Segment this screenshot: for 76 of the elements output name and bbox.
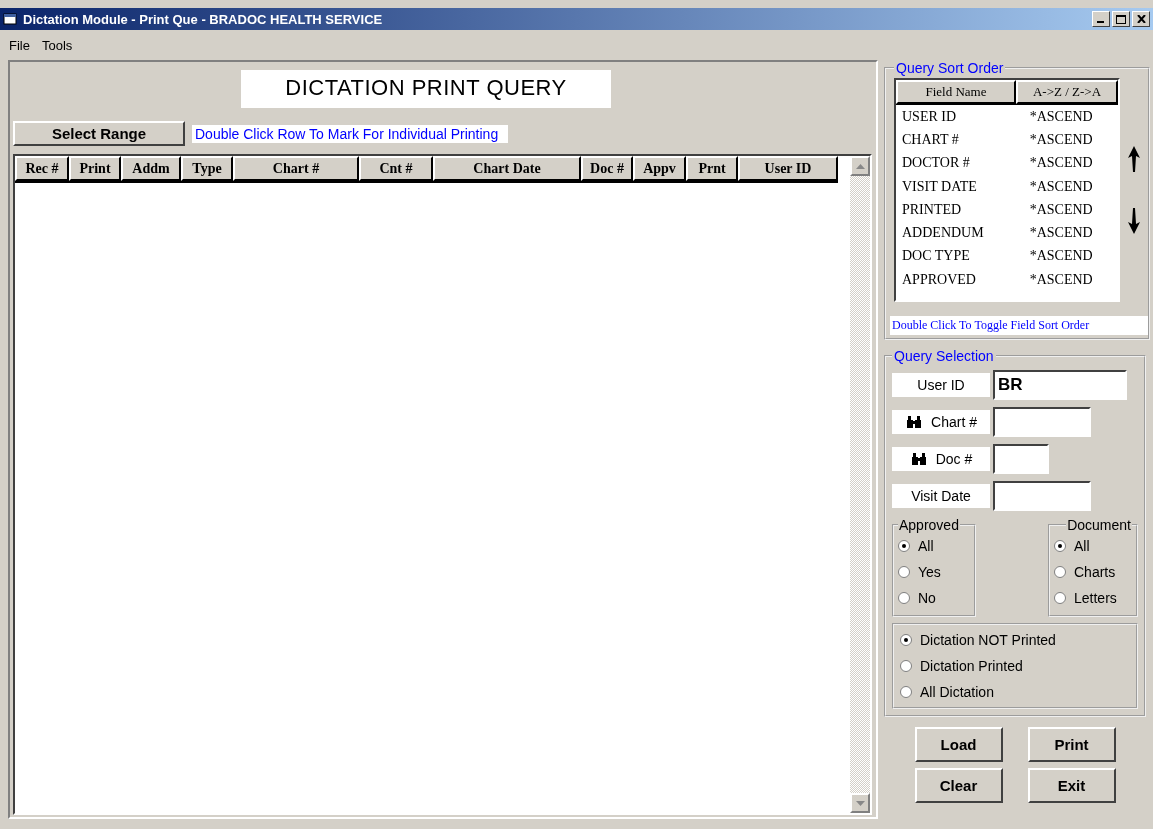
field-label: Doc # (935, 451, 973, 467)
scroll-down-button[interactable] (850, 793, 870, 813)
field-name[interactable]: CHART # (896, 131, 1030, 148)
sort-direction[interactable]: *ASCEND (1029, 271, 1118, 288)
column-header[interactable]: Rec # (15, 156, 69, 181)
minimize-button[interactable] (1092, 11, 1110, 27)
radio-option[interactable]: Dictation Printed (900, 653, 1130, 679)
panel-title: Query Sort Order (895, 60, 1005, 76)
field-name[interactable]: APPROVED (896, 271, 1030, 288)
column-header[interactable]: Field Name (896, 80, 1016, 104)
scrollbar[interactable] (850, 156, 870, 813)
menu-item[interactable]: File (6, 37, 33, 53)
window-title: Dictation Module - Print Que - BRADOC HEALTH SERVICE (23, 11, 384, 27)
input-field[interactable] (993, 481, 1091, 511)
binoculars-icon[interactable] (907, 416, 922, 428)
column-header[interactable]: A->Z / Z->A (1016, 80, 1118, 104)
sort-direction[interactable]: *ASCEND (1029, 248, 1118, 265)
radio-option[interactable]: Dictation NOT Printed (900, 627, 1130, 653)
binoculars-icon[interactable] (911, 453, 926, 465)
radio-option[interactable]: Charts (1054, 559, 1132, 585)
column-header[interactable]: Chart # (233, 156, 359, 181)
radio-option[interactable]: All (1054, 533, 1132, 559)
input-field[interactable] (993, 444, 1049, 474)
close-button[interactable] (1132, 11, 1150, 27)
maximize-button[interactable] (1112, 11, 1130, 27)
up-arrow-icon (855, 163, 865, 169)
action-button[interactable]: Exit (1027, 768, 1116, 803)
maximize-icon (1116, 14, 1126, 24)
sort-direction[interactable]: *ASCEND (1029, 108, 1118, 125)
column-header[interactable]: Prnt (686, 156, 738, 181)
sort-direction[interactable]: *ASCEND (1029, 225, 1118, 242)
sort-direction[interactable]: *ASCEND (1029, 178, 1118, 195)
field-name[interactable]: PRINTED (896, 201, 1030, 218)
field-name[interactable]: USER ID (896, 108, 1030, 125)
panel-title: Query Selection (893, 348, 995, 364)
down-arrow-icon (855, 800, 865, 806)
action-button[interactable]: Print (1027, 727, 1116, 762)
sort-direction[interactable]: *ASCEND (1029, 155, 1118, 172)
action-button[interactable]: Clear (914, 768, 1003, 803)
column-header[interactable]: Type (181, 156, 233, 181)
field-label: Chart # (931, 414, 977, 430)
column-header[interactable]: Appv (633, 156, 686, 181)
field-name[interactable]: DOC TYPE (896, 248, 1030, 265)
heading: DICTATION PRINT QUERY (241, 70, 611, 108)
close-icon (1136, 15, 1146, 23)
column-header[interactable]: Doc # (581, 156, 633, 181)
column-header[interactable]: Print (69, 156, 121, 181)
group-title: Approved (898, 517, 960, 533)
radio-option[interactable]: All (898, 533, 970, 559)
select-range-button[interactable]: Select Range (13, 121, 185, 146)
radio-option[interactable]: Letters (1054, 585, 1132, 611)
column-header[interactable]: Chart Date (433, 156, 581, 181)
hint-text: Double Click To Toggle Field Sort Order (890, 316, 1148, 335)
field-name[interactable]: DOCTOR # (896, 155, 1030, 172)
field-label: User ID (917, 377, 965, 393)
down-arrow-icon[interactable] (1128, 208, 1140, 234)
radio-option[interactable]: All Dictation (900, 679, 1130, 705)
field-name[interactable]: ADDENDUM (896, 225, 1030, 242)
group-title: Document (1066, 517, 1132, 533)
input-field[interactable] (993, 407, 1091, 437)
hint-text: Double Click Row To Mark For Individual Printing (192, 124, 509, 143)
radio-option[interactable]: Yes (898, 559, 970, 585)
up-arrow-icon[interactable] (1128, 146, 1140, 172)
column-header[interactable]: Cnt # (359, 156, 433, 181)
field-label: Visit Date (911, 488, 971, 504)
menu-item[interactable]: Tools (38, 37, 76, 53)
sort-direction[interactable]: *ASCEND (1029, 201, 1118, 218)
field-name[interactable]: VISIT DATE (896, 178, 1030, 195)
column-header[interactable]: Addm (121, 156, 181, 181)
scroll-up-button[interactable] (850, 156, 870, 176)
input-field[interactable]: BR (993, 370, 1127, 400)
window-icon (3, 12, 19, 26)
sort-direction[interactable]: *ASCEND (1029, 131, 1118, 148)
column-header[interactable]: User ID (738, 156, 838, 181)
radio-option[interactable]: No (898, 585, 970, 611)
action-button[interactable]: Load (914, 727, 1003, 762)
